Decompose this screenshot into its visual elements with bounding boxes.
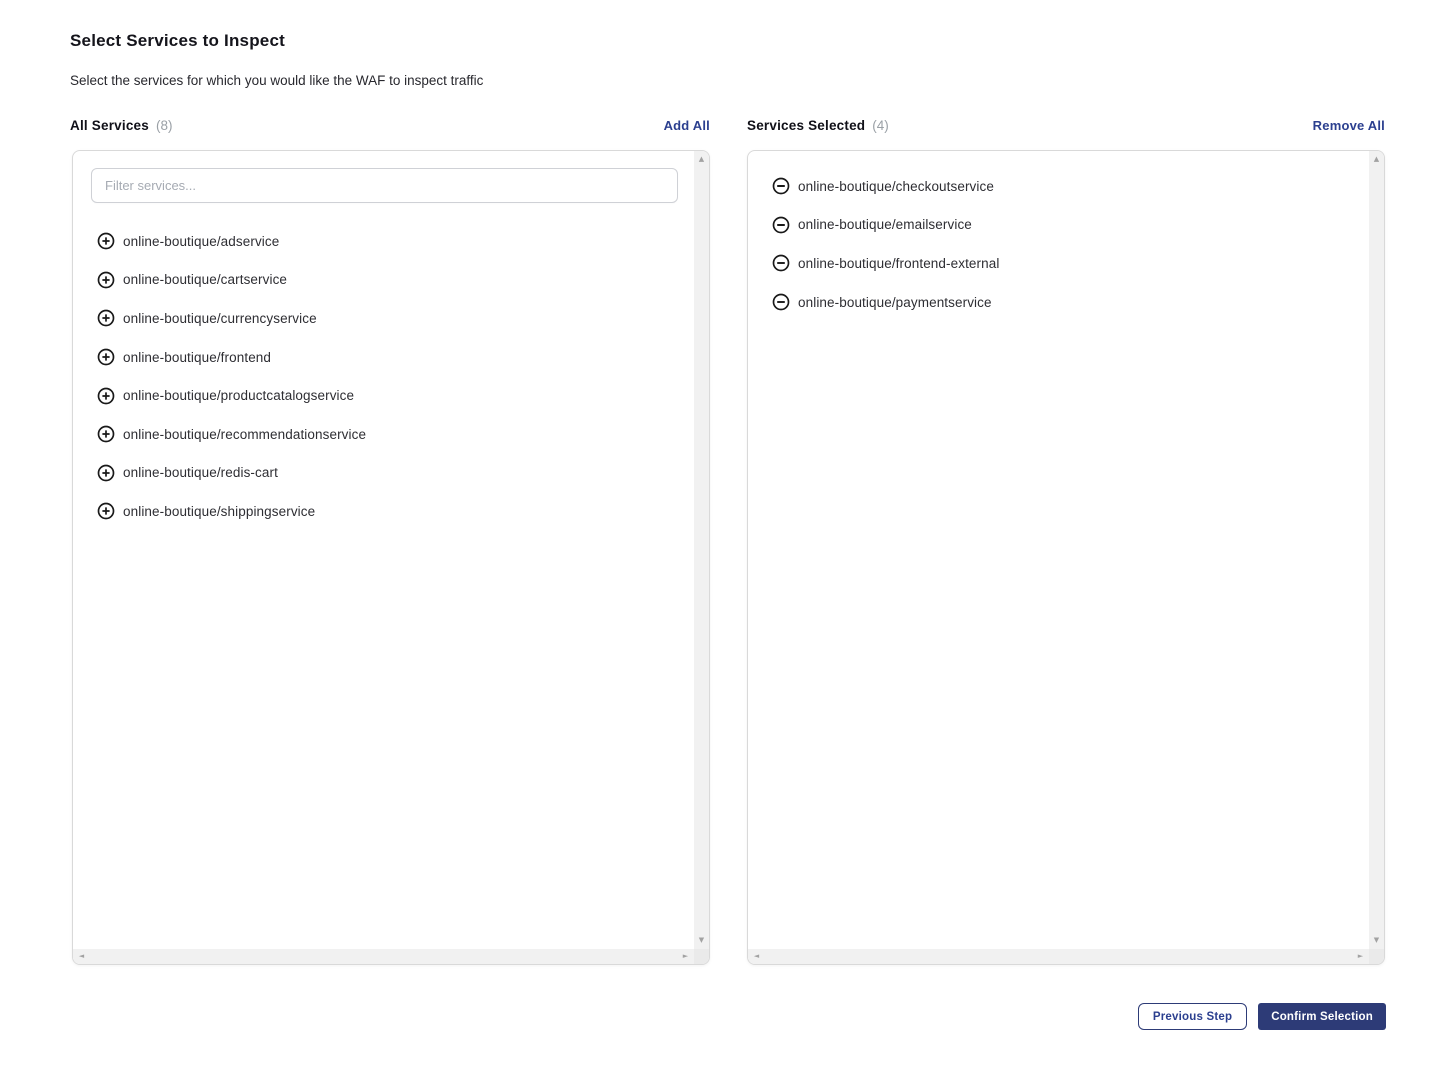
minus-circle-icon[interactable] <box>772 177 790 195</box>
plus-circle-icon[interactable] <box>97 464 115 482</box>
all-services-count: (8) <box>156 118 173 133</box>
scroll-right-icon[interactable]: ► <box>1353 949 1368 964</box>
previous-step-button[interactable]: Previous Step <box>1138 1003 1247 1030</box>
service-item[interactable]: online-boutique/frontend <box>73 338 694 377</box>
scroll-right-icon[interactable]: ► <box>678 949 693 964</box>
minus-circle-icon[interactable] <box>772 254 790 272</box>
footer-actions: Previous Step Confirm Selection <box>1138 1003 1386 1030</box>
vertical-scrollbar[interactable]: ▲ ▼ <box>694 151 709 949</box>
plus-circle-icon[interactable] <box>97 425 115 443</box>
service-item[interactable]: online-boutique/currencyservice <box>73 299 694 338</box>
services-selected-header: Services Selected (4) Remove All <box>747 118 1385 133</box>
service-item[interactable]: online-boutique/emailservice <box>748 206 1369 245</box>
all-services-panel: online-boutique/adservice online-boutiqu… <box>72 150 710 965</box>
scroll-left-icon[interactable]: ◄ <box>749 949 764 964</box>
services-selected-label: Services Selected <box>747 118 865 133</box>
service-name: online-boutique/productcatalogservice <box>123 388 354 403</box>
service-name: online-boutique/redis-cart <box>123 465 278 480</box>
service-name: online-boutique/recommendationservice <box>123 427 366 442</box>
service-name: online-boutique/emailservice <box>798 217 972 232</box>
service-item[interactable]: online-boutique/cartservice <box>73 261 694 300</box>
plus-circle-icon[interactable] <box>97 387 115 405</box>
scrollbar-corner <box>694 949 709 964</box>
vertical-scrollbar[interactable]: ▲ ▼ <box>1369 151 1384 949</box>
plus-circle-icon[interactable] <box>97 309 115 327</box>
all-services-header: All Services (8) Add All <box>70 118 710 133</box>
service-item[interactable]: online-boutique/redis-cart <box>73 454 694 493</box>
remove-all-link[interactable]: Remove All <box>1313 118 1385 133</box>
confirm-selection-button[interactable]: Confirm Selection <box>1258 1003 1386 1030</box>
service-name: online-boutique/adservice <box>123 234 279 249</box>
services-selected-list: online-boutique/checkoutservice online-b… <box>748 167 1369 321</box>
minus-circle-icon[interactable] <box>772 293 790 311</box>
service-item[interactable]: online-boutique/frontend-external <box>748 244 1369 283</box>
page-subtitle: Select the services for which you would … <box>70 73 483 88</box>
service-item[interactable]: online-boutique/checkoutservice <box>748 167 1369 206</box>
services-selected-count: (4) <box>872 118 889 133</box>
plus-circle-icon[interactable] <box>97 348 115 366</box>
scroll-down-icon[interactable]: ▼ <box>1369 933 1384 948</box>
filter-services-input[interactable] <box>91 168 678 203</box>
add-all-link[interactable]: Add All <box>664 118 710 133</box>
service-item[interactable]: online-boutique/shippingservice <box>73 492 694 531</box>
scroll-up-icon[interactable]: ▲ <box>1369 152 1384 167</box>
scrollbar-corner <box>1369 949 1384 964</box>
service-item[interactable]: online-boutique/recommendationservice <box>73 415 694 454</box>
plus-circle-icon[interactable] <box>97 502 115 520</box>
service-name: online-boutique/frontend <box>123 350 271 365</box>
service-name: online-boutique/paymentservice <box>798 295 992 310</box>
service-name: online-boutique/checkoutservice <box>798 179 994 194</box>
service-item[interactable]: online-boutique/adservice <box>73 222 694 261</box>
scroll-left-icon[interactable]: ◄ <box>74 949 89 964</box>
service-item[interactable]: online-boutique/paymentservice <box>748 283 1369 322</box>
all-services-list: online-boutique/adservice online-boutiqu… <box>73 222 694 531</box>
service-name: online-boutique/currencyservice <box>123 311 317 326</box>
page-title: Select Services to Inspect <box>70 31 285 51</box>
service-name: online-boutique/cartservice <box>123 272 287 287</box>
minus-circle-icon[interactable] <box>772 216 790 234</box>
plus-circle-icon[interactable] <box>97 271 115 289</box>
horizontal-scrollbar[interactable]: ◄ ► <box>748 949 1369 964</box>
all-services-label: All Services <box>70 118 149 133</box>
services-selected-panel: online-boutique/checkoutservice online-b… <box>747 150 1385 965</box>
service-item[interactable]: online-boutique/productcatalogservice <box>73 376 694 415</box>
scroll-down-icon[interactable]: ▼ <box>694 933 709 948</box>
scroll-up-icon[interactable]: ▲ <box>694 152 709 167</box>
plus-circle-icon[interactable] <box>97 232 115 250</box>
service-name: online-boutique/frontend-external <box>798 256 999 271</box>
horizontal-scrollbar[interactable]: ◄ ► <box>73 949 694 964</box>
service-name: online-boutique/shippingservice <box>123 504 315 519</box>
